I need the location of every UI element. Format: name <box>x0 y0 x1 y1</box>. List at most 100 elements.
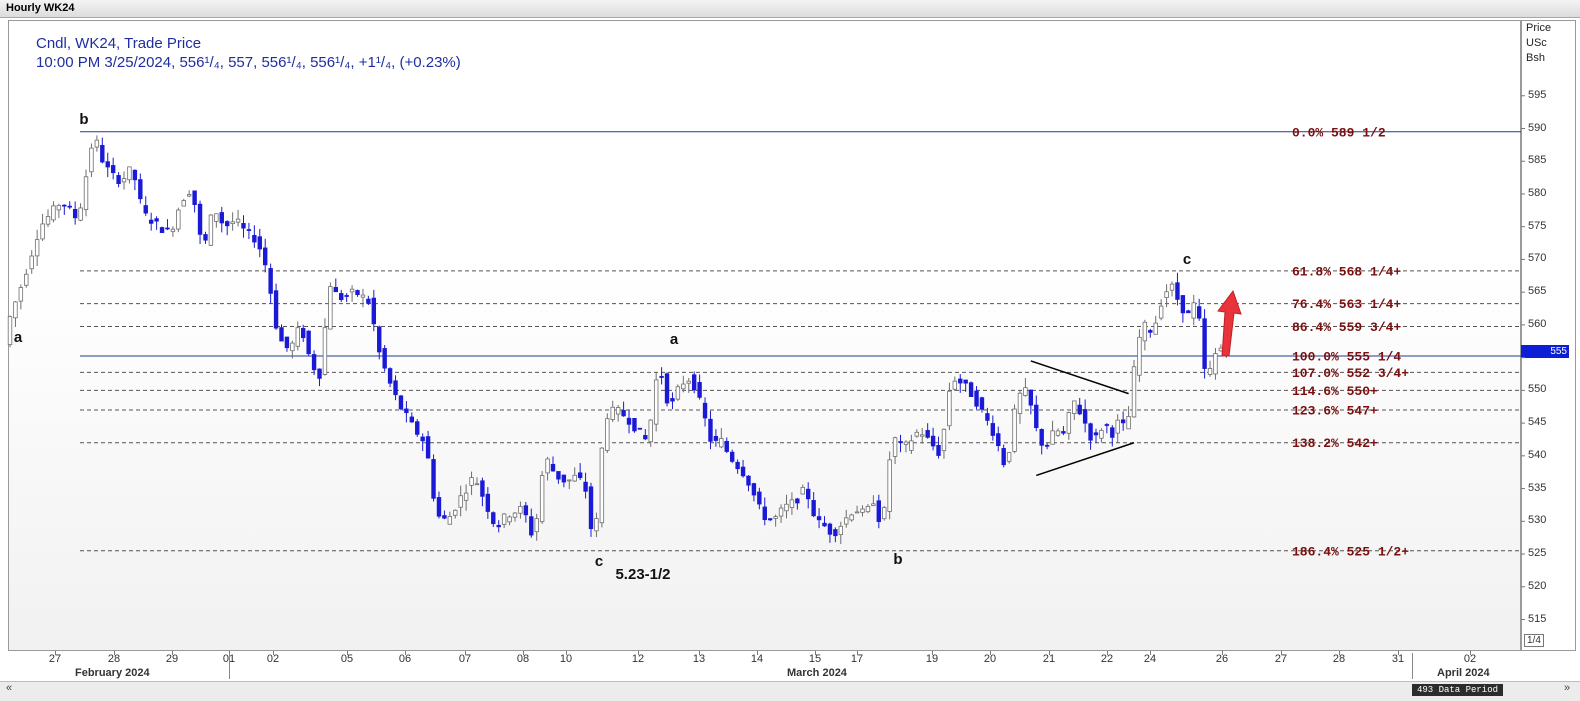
candle-body <box>1126 416 1131 430</box>
candle-body <box>100 144 105 163</box>
candle-body <box>507 516 512 523</box>
time-month-label: April 2024 <box>1437 667 1490 679</box>
time-tick-mark <box>55 651 56 655</box>
axis-unit-price: Price <box>1526 22 1552 34</box>
candle-body <box>615 407 621 415</box>
price-tick-label: 565 <box>1528 285 1547 298</box>
candle-body <box>1142 321 1148 342</box>
time-tick-mark <box>172 651 173 655</box>
candle-body <box>273 290 279 329</box>
legend-series: Cndl, WK24, Trade Price <box>36 35 202 52</box>
price-tick-label: 540 <box>1528 448 1547 461</box>
candle-body <box>1164 291 1169 298</box>
candle-body <box>773 516 778 519</box>
candle-body <box>621 410 626 417</box>
candle-body <box>816 516 822 521</box>
time-tick-mark <box>857 651 858 655</box>
triangle-pattern <box>1030 360 1135 477</box>
time-tick-mark <box>1150 651 1151 655</box>
month-separator <box>229 653 230 679</box>
candle-body <box>436 497 442 517</box>
candle-body <box>13 301 18 319</box>
candle-body <box>474 483 480 486</box>
candle-body <box>143 205 148 214</box>
wave-label: a <box>670 331 679 348</box>
candle-body <box>360 294 366 298</box>
candle-body <box>632 418 637 432</box>
candle-body <box>382 348 387 369</box>
candle-body <box>1115 419 1120 434</box>
candle-body <box>599 447 605 524</box>
candle-body <box>1012 408 1017 452</box>
time-tick-mark <box>347 651 348 655</box>
candle-body <box>393 380 398 396</box>
candle-body <box>577 472 583 479</box>
candle-body <box>996 433 1001 447</box>
candle-body <box>545 458 550 474</box>
candle-body <box>138 179 143 200</box>
up-arrow-annotation <box>1217 289 1242 357</box>
candle-body <box>214 213 219 222</box>
candle-body <box>1093 432 1099 436</box>
candle-body <box>778 507 784 517</box>
candle-body <box>485 493 491 512</box>
candle-body <box>252 235 257 243</box>
candle-body <box>425 436 431 459</box>
candle-body <box>67 205 72 208</box>
candle-body <box>637 427 643 430</box>
candle-body <box>561 474 567 483</box>
candle-body <box>762 506 767 521</box>
price-tick-label: 570 <box>1528 252 1547 265</box>
time-tick-mark <box>114 651 115 655</box>
time-tick-mark <box>638 651 639 655</box>
candle-body <box>1110 427 1115 438</box>
candle-body <box>827 523 833 535</box>
candle-body <box>670 398 675 402</box>
candle-body <box>51 205 56 221</box>
candle-body <box>681 383 686 390</box>
scroll-right-button[interactable]: » <box>1564 682 1570 694</box>
page-indicator[interactable]: 1/4 <box>1524 634 1544 647</box>
candle-body <box>643 435 648 440</box>
candle-body <box>653 379 659 425</box>
candle-body <box>974 390 979 407</box>
candle-body <box>990 423 996 436</box>
price-tick-label: 590 <box>1528 121 1547 134</box>
candle-body <box>284 336 290 349</box>
candle-body <box>1055 430 1061 436</box>
candle-body <box>887 459 892 512</box>
time-tick-mark <box>1398 651 1399 655</box>
candle-body <box>903 441 909 445</box>
candle-body <box>333 286 338 293</box>
candle-body <box>1099 430 1104 439</box>
candle-body <box>583 481 588 492</box>
candle-body <box>295 327 300 347</box>
horizontal-scrollbar[interactable] <box>0 681 1580 701</box>
time-tick-mark <box>566 651 567 655</box>
candle-body <box>387 368 393 384</box>
candle-body <box>279 327 284 342</box>
wave-label: b <box>893 551 902 568</box>
candle-body <box>691 374 697 391</box>
time-month-label: March 2024 <box>787 667 847 679</box>
candle-body <box>675 386 681 400</box>
candle-body <box>105 161 110 168</box>
price-tick-label: 520 <box>1528 579 1547 592</box>
candle-body <box>735 461 740 470</box>
candle-body <box>7 316 13 346</box>
wave-label: c <box>595 553 603 570</box>
time-tick-mark <box>273 651 274 655</box>
candle-body <box>431 459 436 499</box>
time-tick-mark <box>1107 651 1108 655</box>
candle-body <box>257 236 262 250</box>
candle-body <box>523 505 529 516</box>
price-tick-label: 575 <box>1528 219 1547 232</box>
candle-body <box>757 491 762 505</box>
candle-body <box>1050 430 1055 445</box>
candle-body <box>317 368 322 379</box>
candle-body <box>409 416 415 423</box>
price-axis-unit: Price USc Bsh <box>1526 21 1551 66</box>
candle-body <box>529 516 534 536</box>
candle-body <box>740 466 746 477</box>
scroll-left-button[interactable]: « <box>6 682 12 694</box>
